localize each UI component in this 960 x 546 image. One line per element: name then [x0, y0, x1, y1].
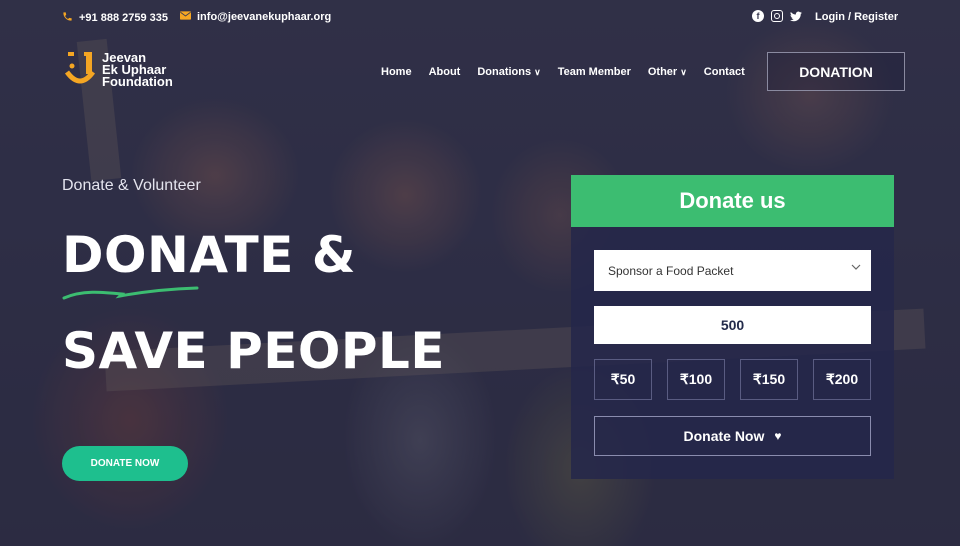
- logo-line: Foundation: [102, 74, 173, 89]
- heart-icon: ♥: [774, 429, 782, 443]
- login-register-link[interactable]: Login / Register: [815, 11, 898, 23]
- preset-amount-button[interactable]: ₹200: [813, 359, 871, 400]
- nav-item-team-member[interactable]: Team Member: [558, 66, 631, 78]
- nav-label: Donations: [477, 66, 532, 78]
- hero-eyebrow: Donate & Volunteer: [62, 177, 201, 194]
- instagram-icon[interactable]: [771, 10, 783, 22]
- preset-amount-button[interactable]: ₹150: [740, 359, 798, 400]
- hero-headline-line2: SAVE PEOPLE: [62, 322, 446, 380]
- donate-panel: Donate us Sponsor a Food Packet 500 ₹50 …: [571, 175, 894, 479]
- phone-contact[interactable]: +91 888 2759 335: [62, 11, 168, 25]
- facebook-icon[interactable]: f: [752, 10, 764, 22]
- nav-item-home[interactable]: Home: [381, 66, 412, 78]
- logo-text: Jeevan Ek Uphaar Foundation: [102, 51, 173, 89]
- chevron-down-icon: ∨: [680, 66, 687, 77]
- nav-label: About: [428, 66, 461, 78]
- nav-item-about[interactable]: About: [429, 66, 461, 78]
- nav-label: Team Member: [557, 66, 631, 78]
- site-logo[interactable]: Jeevan Ek Uphaar Foundation: [64, 50, 173, 90]
- nav-item-contact[interactable]: Contact: [704, 66, 745, 78]
- chevron-down-icon: [851, 264, 861, 270]
- phone-number: +91 888 2759 335: [79, 12, 169, 24]
- chevron-down-icon: ∨: [534, 66, 541, 77]
- amount-input[interactable]: 500: [594, 306, 871, 344]
- donation-type-select[interactable]: Sponsor a Food Packet: [594, 250, 871, 291]
- nav-label: Contact: [703, 66, 745, 78]
- preset-amounts: ₹50 ₹100 ₹150 ₹200: [594, 359, 871, 400]
- squiggle-divider-icon: [62, 286, 199, 300]
- email-contact[interactable]: info@jeevanekuphaar.org: [180, 11, 331, 23]
- nav-label: Other: [647, 66, 678, 78]
- hero-headline-line1: DONATE &: [62, 226, 356, 284]
- nav-item-other[interactable]: Other ∨: [648, 66, 687, 78]
- logo-mark-icon: [64, 50, 96, 90]
- donate-now-button[interactable]: Donate Now ♥: [594, 416, 871, 456]
- phone-icon: [62, 11, 73, 25]
- donate-now-label: Donate Now: [683, 428, 765, 444]
- nav-label: Home: [381, 66, 412, 78]
- preset-amount-button[interactable]: ₹100: [667, 359, 725, 400]
- top-bar: +91 888 2759 335 info@jeevanekuphaar.org…: [0, 0, 960, 34]
- twitter-icon[interactable]: [790, 10, 802, 22]
- social-links: f: [752, 10, 802, 22]
- envelope-icon: [180, 11, 191, 23]
- select-value: Sponsor a Food Packet: [608, 263, 734, 278]
- donation-button[interactable]: DONATION: [767, 52, 905, 91]
- preset-amount-button[interactable]: ₹50: [594, 359, 652, 400]
- main-nav: Home About Donations ∨ Team Member Other ∨…: [381, 66, 762, 78]
- nav-item-donations[interactable]: Donations ∨: [477, 66, 540, 78]
- donate-now-cta-button[interactable]: DONATE NOW: [62, 446, 188, 481]
- donate-panel-title: Donate us: [571, 175, 894, 227]
- email-address: info@jeevanekuphaar.org: [197, 11, 332, 23]
